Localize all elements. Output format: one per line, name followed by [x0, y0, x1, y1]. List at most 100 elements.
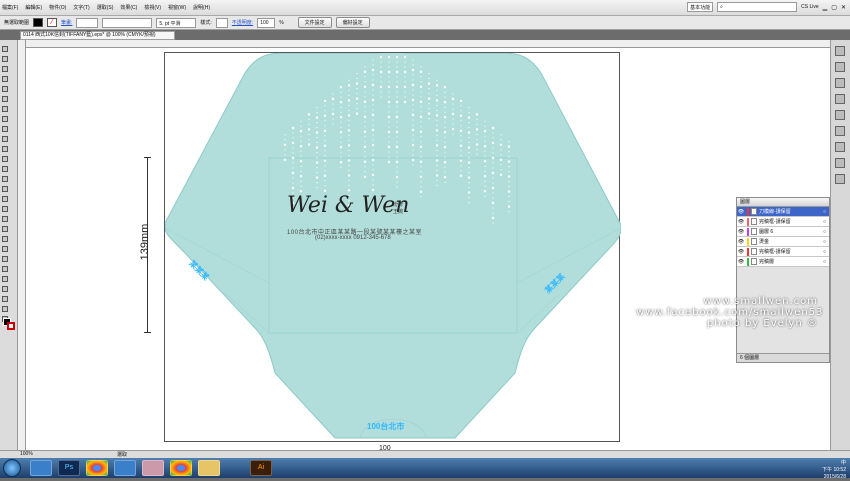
swatches-panel-icon[interactable]	[835, 62, 845, 72]
fill-swatch[interactable]	[33, 18, 44, 27]
menu-help[interactable]: 說明(H)	[193, 4, 210, 11]
layer-row[interactable]: 👁 完稿層 ○	[737, 257, 829, 267]
eye-icon[interactable]: 👁	[737, 259, 745, 265]
eraser-tool-icon[interactable]	[2, 156, 8, 162]
appearance-panel-icon[interactable]	[835, 158, 845, 168]
document-tab[interactable]: 0114 西式10K信封(TIFFANY藍).eps* @ 100% (CMYK…	[20, 31, 175, 40]
scale-tool-icon[interactable]	[2, 176, 8, 182]
layer-name[interactable]: 完稿框-請保留	[759, 218, 823, 225]
variable-width-field[interactable]	[102, 17, 153, 28]
gradient-tool-icon[interactable]	[2, 236, 8, 242]
menu-object[interactable]: 物件(O)	[49, 4, 66, 11]
symbol-sprayer-tool-icon[interactable]	[2, 266, 8, 272]
ie-icon-2[interactable]	[114, 460, 136, 476]
target-icon[interactable]: ○	[823, 259, 826, 265]
layer-name[interactable]: 燙金	[759, 238, 823, 245]
target-icon[interactable]: ○	[823, 239, 826, 245]
symbols-panel-icon[interactable]	[835, 94, 845, 104]
eye-icon[interactable]: 👁	[737, 219, 745, 225]
perspective-tool-icon[interactable]	[2, 216, 8, 222]
eye-icon[interactable]: 👁	[737, 249, 745, 255]
eyedropper-tool-icon[interactable]	[2, 246, 8, 252]
layer-name[interactable]: 圖層 6	[759, 228, 823, 235]
minimize-icon[interactable]: ▁	[823, 4, 828, 11]
ps-icon[interactable]: Ps	[58, 460, 80, 476]
layer-row[interactable]: 👁 完稿框-請保留 ○	[737, 247, 829, 257]
shape-builder-tool-icon[interactable]	[2, 206, 8, 212]
artboard[interactable]: 139mm Wei & Wen 汾諺 王婉 100台北市中正區某某路一段某號某某…	[139, 52, 621, 452]
width-tool-icon[interactable]	[2, 186, 8, 192]
color-panel-icon[interactable]	[835, 46, 845, 56]
layer-name[interactable]: 刀模線-請保留	[759, 208, 823, 215]
workspace-switcher[interactable]: 基本功能	[687, 2, 714, 12]
layer-name[interactable]: 完稿層	[759, 258, 823, 265]
document-setup-button[interactable]: 文件設定	[297, 17, 332, 28]
target-icon[interactable]: ○	[823, 249, 826, 255]
layer-row[interactable]: 👁 圖層 6 ○	[737, 227, 829, 237]
pencil-tool-icon[interactable]	[2, 136, 8, 142]
menu-edit[interactable]: 編輯(E)	[25, 4, 42, 11]
cs-live-button[interactable]: CS Live	[801, 4, 819, 10]
ime-indicator[interactable]: 中	[841, 460, 846, 466]
hand-tool-icon[interactable]	[2, 306, 8, 312]
rectangle-tool-icon[interactable]	[2, 116, 8, 122]
artboard-tool-icon[interactable]	[2, 286, 8, 292]
stroke-panel-icon[interactable]	[835, 110, 845, 120]
line-tool-icon[interactable]	[2, 106, 8, 112]
paintbrush-tool-icon[interactable]	[2, 126, 8, 132]
menu-view[interactable]: 檢視(V)	[144, 4, 161, 11]
style-picker[interactable]	[215, 17, 228, 28]
layers-panel-icon[interactable]	[835, 174, 845, 184]
eye-icon[interactable]: 👁	[737, 239, 745, 245]
chrome-icon[interactable]	[86, 460, 108, 476]
type-tool-icon[interactable]	[2, 96, 8, 102]
menu-window[interactable]: 視窗(W)	[168, 4, 186, 11]
vertical-ruler[interactable]	[18, 40, 26, 450]
stroke-color-icon[interactable]	[7, 322, 15, 330]
eye-icon[interactable]: 👁	[737, 229, 745, 235]
graph-tool-icon[interactable]	[2, 276, 8, 282]
lasso-tool-icon[interactable]	[2, 76, 8, 82]
brushes-panel-icon[interactable]	[835, 78, 845, 88]
preferences-button[interactable]: 偏好設定	[335, 17, 370, 28]
stroke-weight-field[interactable]	[76, 17, 99, 28]
transparency-panel-icon[interactable]	[835, 142, 845, 152]
close-icon[interactable]: ✕	[841, 4, 846, 11]
menu-type[interactable]: 文字(T)	[73, 4, 89, 11]
eye-icon[interactable]: 👁	[737, 209, 745, 215]
gradient-panel-icon[interactable]	[835, 126, 845, 136]
target-icon[interactable]: ○	[823, 209, 826, 215]
fill-stroke-swatches[interactable]	[3, 318, 15, 330]
pen-tool-icon[interactable]	[2, 86, 8, 92]
blob-brush-tool-icon[interactable]	[2, 146, 8, 152]
target-icon[interactable]: ○	[823, 219, 826, 225]
status-mode[interactable]: 選取	[117, 451, 127, 458]
chrome-icon-2[interactable]	[170, 460, 192, 476]
menu-select[interactable]: 選取(S)	[97, 4, 114, 11]
brush-field[interactable]: 5. pt 平滑	[156, 17, 197, 28]
ie-icon[interactable]	[30, 460, 52, 476]
layer-name[interactable]: 完稿框-請保留	[759, 248, 823, 255]
layer-row[interactable]: 👁 燙金 ○	[737, 237, 829, 247]
magic-wand-tool-icon[interactable]	[2, 66, 8, 72]
stroke-swatch[interactable]: ⁄	[47, 18, 58, 27]
selection-tool-icon[interactable]	[2, 46, 8, 52]
search-input[interactable]: ⌕	[717, 2, 798, 12]
zoom-field[interactable]: 100%	[20, 451, 33, 457]
mesh-tool-icon[interactable]	[2, 226, 8, 232]
layer-row[interactable]: 👁 完稿框-請保留 ○	[737, 217, 829, 227]
blend-tool-icon[interactable]	[2, 256, 8, 262]
horizontal-ruler[interactable]	[18, 40, 830, 48]
ai-icon[interactable]: Ai	[250, 460, 272, 476]
menu-file[interactable]: 檔案(F)	[2, 4, 18, 11]
direct-selection-tool-icon[interactable]	[2, 56, 8, 62]
maximize-icon[interactable]: ▢	[831, 4, 837, 11]
rotate-tool-icon[interactable]	[2, 166, 8, 172]
layer-row[interactable]: 👁 刀模線-請保留 ○	[737, 207, 829, 217]
layers-panel-title[interactable]: 圖層	[737, 198, 829, 207]
menu-effect[interactable]: 效果(C)	[120, 4, 137, 11]
flower-icon[interactable]	[142, 460, 164, 476]
free-transform-tool-icon[interactable]	[2, 196, 8, 202]
target-icon[interactable]: ○	[823, 229, 826, 235]
folder-icon[interactable]	[198, 460, 220, 476]
